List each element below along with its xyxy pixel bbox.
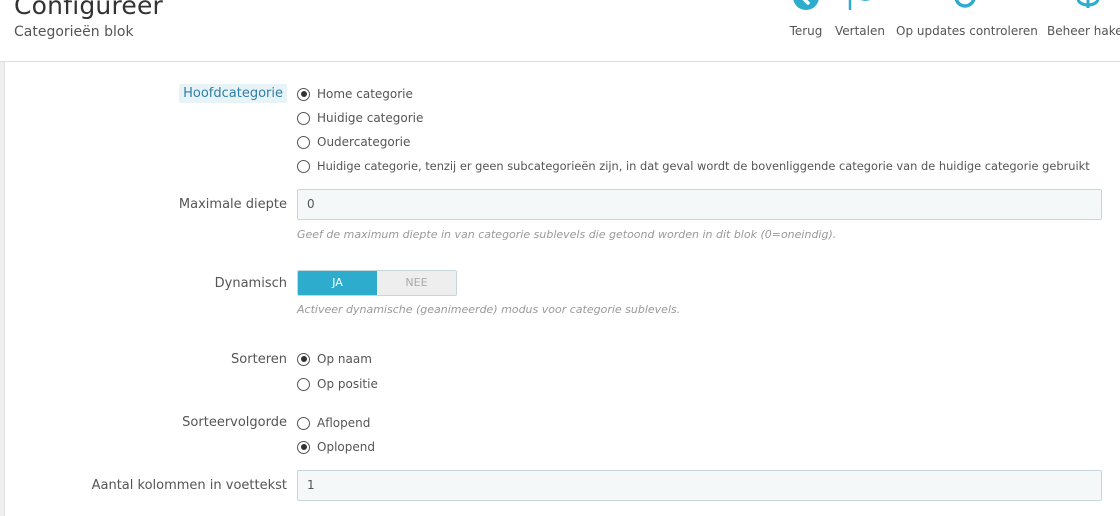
dynamic-toggle[interactable]: JA NEE: [297, 270, 457, 296]
dynamic-help: Activeer dynamische (geanimeerde) modus …: [297, 303, 681, 316]
manage-hooks-button[interactable]: Beheer haken: [1046, 0, 1120, 44]
back-button[interactable]: Terug: [786, 0, 826, 44]
translate-button-label: Vertalen: [835, 24, 885, 38]
page-header: Configureer Categorieën blok Terug Verta…: [0, 0, 1120, 62]
radio-oudercategorie[interactable]: Oudercategorie: [297, 133, 410, 151]
max-depth-label: Maximale diepte: [178, 197, 287, 212]
radio-label: Op positie: [317, 377, 378, 391]
radio-op-naam[interactable]: Op naam: [297, 350, 372, 368]
radio-home-categorie[interactable]: Home categorie: [297, 85, 413, 103]
radio-label: Op naam: [317, 352, 372, 366]
hoofdcategorie-label-text: Hoofdcategorie: [179, 84, 287, 103]
radio-huidige-categorie[interactable]: Huidige categorie: [297, 109, 423, 127]
radio-button[interactable]: [297, 87, 310, 101]
check-updates-button-label: Op updates controleren: [896, 24, 1038, 38]
back-button-label: Terug: [789, 24, 823, 38]
radio-label: Home categorie: [317, 87, 413, 101]
radio-huidige-of-bovenliggende[interactable]: Huidige categorie, tenzij er geen subcat…: [297, 157, 1090, 175]
radio-button[interactable]: [297, 377, 310, 391]
radio-button[interactable]: [297, 352, 310, 366]
radio-button[interactable]: [297, 440, 310, 454]
anchor-icon: [1076, 0, 1100, 8]
radio-op-positie[interactable]: Op positie: [297, 375, 378, 393]
radio-label: Huidige categorie, tenzij er geen subcat…: [317, 159, 1090, 173]
radio-aflopend[interactable]: Aflopend: [297, 414, 370, 432]
max-depth-help: Geef de maximum diepte in van categorie …: [297, 228, 837, 241]
radio-label: Oplopend: [317, 440, 375, 454]
toggle-no[interactable]: NEE: [377, 271, 456, 295]
sort-label: Sorteren: [231, 352, 287, 367]
radio-button[interactable]: [297, 416, 310, 430]
back-arrow-icon: [793, 0, 819, 10]
config-form-panel: [4, 62, 1120, 516]
max-depth-input[interactable]: 0: [297, 189, 1102, 220]
footer-columns-label: Aantal kolommen in voettekst: [91, 478, 287, 493]
hoofdcategorie-label: Hoofdcategorie: [179, 84, 287, 103]
page-subtitle: Categorieën blok: [14, 24, 134, 40]
toggle-yes[interactable]: JA: [298, 271, 377, 295]
dynamic-label: Dynamisch: [214, 276, 287, 291]
radio-label: Aflopend: [317, 416, 371, 430]
sort-order-label: Sorteervolgorde: [182, 415, 287, 430]
refresh-icon: [954, 0, 976, 8]
radio-button[interactable]: [297, 135, 310, 149]
page-title: Configureer: [14, 0, 164, 20]
radio-oplopend[interactable]: Oplopend: [297, 438, 375, 456]
radio-button[interactable]: [297, 159, 310, 173]
radio-button[interactable]: [297, 111, 310, 125]
check-updates-button[interactable]: Op updates controleren: [896, 0, 1038, 44]
translate-button[interactable]: Vertalen: [834, 0, 886, 44]
radio-label: Oudercategorie: [317, 135, 411, 149]
flag-icon: [848, 0, 871, 10]
manage-hooks-button-label: Beheer haken: [1047, 24, 1120, 38]
footer-columns-input[interactable]: 1: [297, 470, 1102, 501]
radio-label: Huidige categorie: [317, 111, 424, 125]
